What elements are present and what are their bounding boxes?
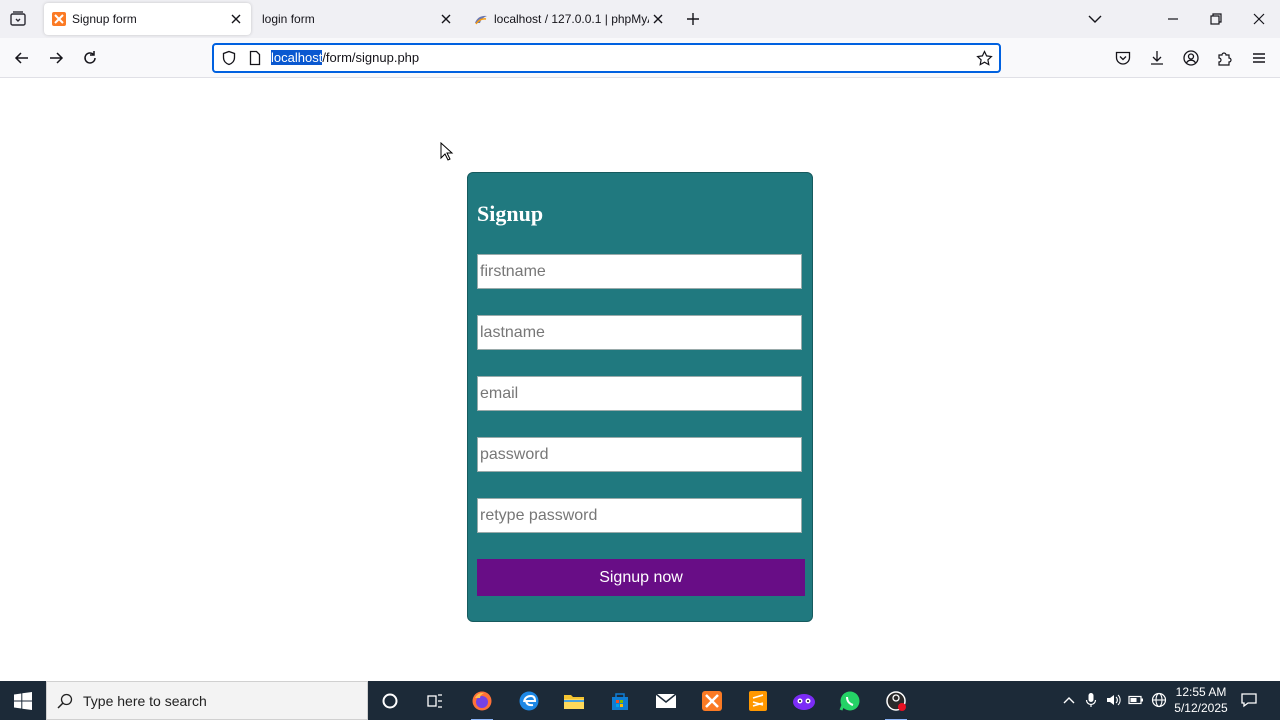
downloads-icon[interactable] xyxy=(1148,49,1166,67)
mouse-cursor-icon xyxy=(440,142,454,161)
windows-logo-icon xyxy=(14,691,32,710)
whatsapp-icon[interactable] xyxy=(836,687,864,715)
firstname-input[interactable] xyxy=(477,254,802,289)
phpmyadmin-favicon-icon xyxy=(475,15,487,25)
close-tab-icon[interactable] xyxy=(437,10,455,28)
page-info-icon[interactable] xyxy=(247,50,263,66)
clock-date: 5/12/2025 xyxy=(1174,701,1228,715)
firefox-icon[interactable] xyxy=(468,687,496,720)
url-text[interactable]: localhost/form/signup.php xyxy=(271,49,419,67)
tab-login-form[interactable]: login form xyxy=(254,3,461,35)
back-arrow-icon[interactable] xyxy=(12,48,32,68)
minimize-icon[interactable] xyxy=(1164,10,1182,28)
restore-icon[interactable] xyxy=(1207,10,1225,28)
system-clock[interactable]: 12:55 AM 5/12/2025 xyxy=(1172,684,1230,716)
tab-title: Signup form xyxy=(72,12,137,26)
forward-arrow-icon[interactable] xyxy=(46,48,66,68)
volume-icon[interactable] xyxy=(1105,692,1121,708)
browser-tab-strip: Signup form login form localhost / 127.0… xyxy=(0,0,1280,38)
tab-title: localhost / 127.0.0.1 | phpMyAd xyxy=(494,12,649,26)
sublime-text-icon[interactable] xyxy=(744,687,772,715)
mail-icon[interactable] xyxy=(652,687,680,715)
taskbar-search-box[interactable]: Type here to search xyxy=(46,681,368,720)
tracking-protection-shield-icon[interactable] xyxy=(221,50,237,66)
start-button[interactable] xyxy=(0,681,46,720)
list-all-tabs-chevron-icon[interactable] xyxy=(1086,10,1104,28)
password-input[interactable] xyxy=(477,437,802,472)
battery-icon[interactable] xyxy=(1128,692,1144,708)
email-input[interactable] xyxy=(477,376,802,411)
signup-now-button[interactable]: Signup now xyxy=(477,559,805,596)
lastname-input[interactable] xyxy=(477,315,802,350)
bookmark-star-icon[interactable] xyxy=(976,50,993,67)
tab-list-icon[interactable] xyxy=(8,9,28,29)
windows-taskbar: Type here to search 12:55 AM 5/12/2025 xyxy=(0,681,1280,720)
search-placeholder: Type here to search xyxy=(83,693,207,709)
page-content: Signup Signup now xyxy=(0,79,1280,681)
retype-password-input[interactable] xyxy=(477,498,802,533)
tab-signup-form[interactable]: Signup form xyxy=(44,3,251,35)
show-hidden-icons-chevron-icon[interactable] xyxy=(1061,692,1077,708)
xampp-icon[interactable] xyxy=(698,687,726,715)
store-icon[interactable] xyxy=(606,687,634,715)
close-window-icon[interactable] xyxy=(1250,10,1268,28)
close-tab-icon[interactable] xyxy=(649,10,667,28)
cortana-icon[interactable] xyxy=(376,687,404,715)
menu-hamburger-icon[interactable] xyxy=(1250,49,1268,67)
search-icon xyxy=(57,693,73,709)
xampp-favicon-icon xyxy=(52,12,66,26)
clock-time: 12:55 AM xyxy=(1175,685,1227,699)
edge-icon[interactable] xyxy=(515,687,543,715)
tab-title: login form xyxy=(262,12,315,26)
url-bar[interactable]: localhost/form/signup.php xyxy=(212,43,1001,73)
browser-nav-bar: localhost/form/signup.php xyxy=(0,38,1280,78)
account-icon[interactable] xyxy=(1182,49,1200,67)
signup-form: Signup Signup now xyxy=(467,172,813,622)
microphone-icon[interactable] xyxy=(1083,692,1099,708)
reload-icon[interactable] xyxy=(80,48,100,68)
notification-center-icon[interactable] xyxy=(1240,691,1258,709)
task-view-icon[interactable] xyxy=(421,687,449,715)
extensions-icon[interactable] xyxy=(1216,49,1234,67)
obs-icon[interactable] xyxy=(882,687,910,720)
url-host: localhost xyxy=(271,50,323,65)
new-tab-plus-icon[interactable] xyxy=(684,10,702,28)
file-explorer-icon[interactable] xyxy=(560,687,588,715)
tab-phpmyadmin[interactable]: localhost / 127.0.0.1 | phpMyAd xyxy=(466,3,673,35)
pocket-icon[interactable] xyxy=(1114,49,1132,67)
network-globe-icon[interactable] xyxy=(1151,692,1167,708)
form-title: Signup xyxy=(477,201,544,226)
game-app-icon[interactable] xyxy=(790,687,818,715)
url-path: /form/signup.php xyxy=(322,50,420,65)
close-tab-icon[interactable] xyxy=(227,10,245,28)
